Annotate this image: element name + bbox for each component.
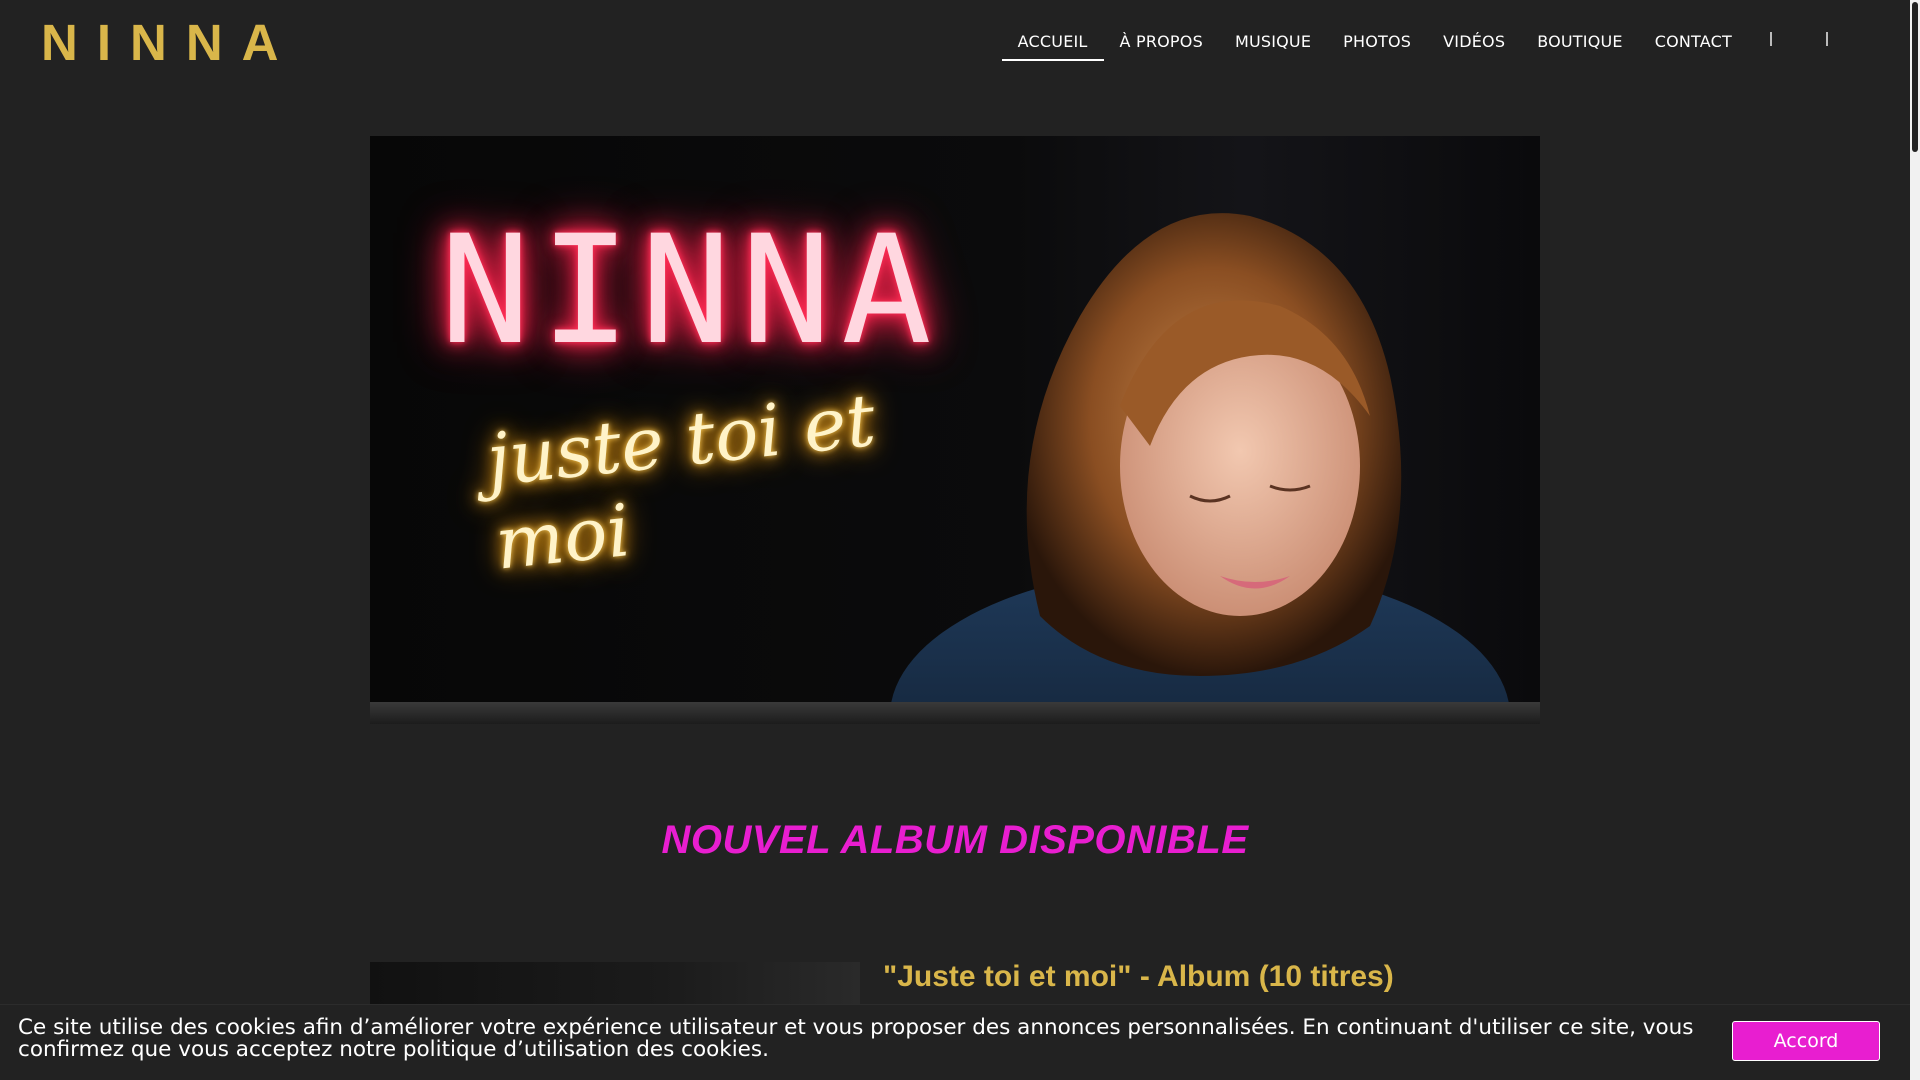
scrollbar-thumb[interactable] (1912, 2, 1918, 152)
cookie-bar: Ce site utilise des cookies afin d’améli… (0, 1004, 1910, 1080)
nav-item-videos[interactable]: VIDÉOS (1427, 24, 1521, 63)
site-logo[interactable]: NINNA (41, 14, 298, 72)
album-title: "Juste toi et moi" - Album (10 titres) (883, 960, 1394, 993)
cookie-accept-button[interactable]: Accord (1732, 1021, 1880, 1061)
hero-bottom-strip (370, 702, 1540, 724)
singer-portrait (890, 213, 1510, 724)
nav-item-musique[interactable]: MUSIQUE (1219, 24, 1327, 63)
main-nav: ACCUEIL À PROPOS MUSIQUE PHOTOS VIDÉOS B… (1001, 22, 1860, 65)
section-title: NOUVEL ALBUM DISPONIBLE (661, 818, 1249, 862)
nav-item-accueil[interactable]: ACCUEIL (1001, 24, 1104, 63)
cookie-notice-text: Ce site utilise des cookies afin d’améli… (18, 1015, 1694, 1062)
cart-icon[interactable] (1804, 22, 1860, 65)
hero-banner: NINNA juste toi et moi (370, 136, 1540, 724)
nav-item-photos[interactable]: PHOTOS (1327, 24, 1427, 63)
nav-item-a-propos[interactable]: À PROPOS (1104, 24, 1219, 63)
nav-item-contact[interactable]: CONTACT (1639, 24, 1748, 63)
page-scrollbar[interactable] (1910, 0, 1920, 1080)
search-icon[interactable] (1748, 22, 1804, 65)
nav-item-boutique[interactable]: BOUTIQUE (1521, 24, 1639, 63)
site-header: NINNA ACCUEIL À PROPOS MUSIQUE PHOTOS VI… (0, 0, 1910, 84)
